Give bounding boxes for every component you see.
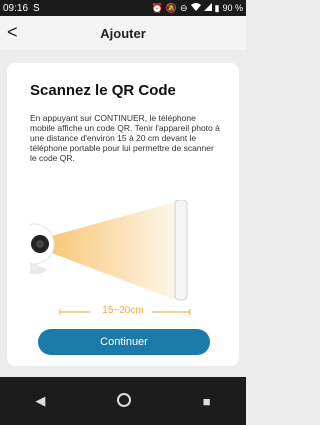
status-bar: 09:16 S ⏰ 🔕 ⊖ ▮ 90 % (0, 0, 246, 16)
camera-beam (44, 202, 175, 300)
status-icons: ⏰ 🔕 ⊖ ▮ 90 % (152, 3, 243, 14)
system-nav-bar: ◀ ■ (0, 377, 246, 425)
dnd-icon: ⊖ (179, 2, 188, 13)
scan-illustration: 15~20cm (13, 199, 220, 320)
battery-level: 90 % (222, 3, 243, 13)
wifi-icon (190, 3, 201, 13)
nav-back-icon[interactable]: ◀ (35, 393, 45, 409)
carrier-icon: S (33, 2, 40, 14)
card-heading: Scannez le QR Code (30, 82, 176, 99)
signal-icon (203, 3, 212, 13)
page-title: Ajouter (100, 25, 146, 41)
continue-button[interactable]: Continuer (38, 329, 210, 355)
alarm-icon: ⏰ (151, 2, 163, 13)
distance-label: 15~20cm (102, 305, 144, 316)
nav-home-icon[interactable] (116, 392, 132, 411)
app-header: < Ajouter (0, 16, 246, 50)
card-description: En appuyant sur CONTINUER, le téléphone … (30, 113, 220, 163)
battery-icon: ▮ (214, 2, 220, 13)
mute-icon: 🔕 (165, 2, 177, 13)
back-arrow-icon[interactable]: < (7, 22, 18, 42)
status-time: 09:16 (3, 2, 29, 14)
camera-icon (13, 223, 55, 274)
nav-recents-icon[interactable]: ■ (203, 394, 211, 409)
phone-outline (174, 199, 188, 301)
